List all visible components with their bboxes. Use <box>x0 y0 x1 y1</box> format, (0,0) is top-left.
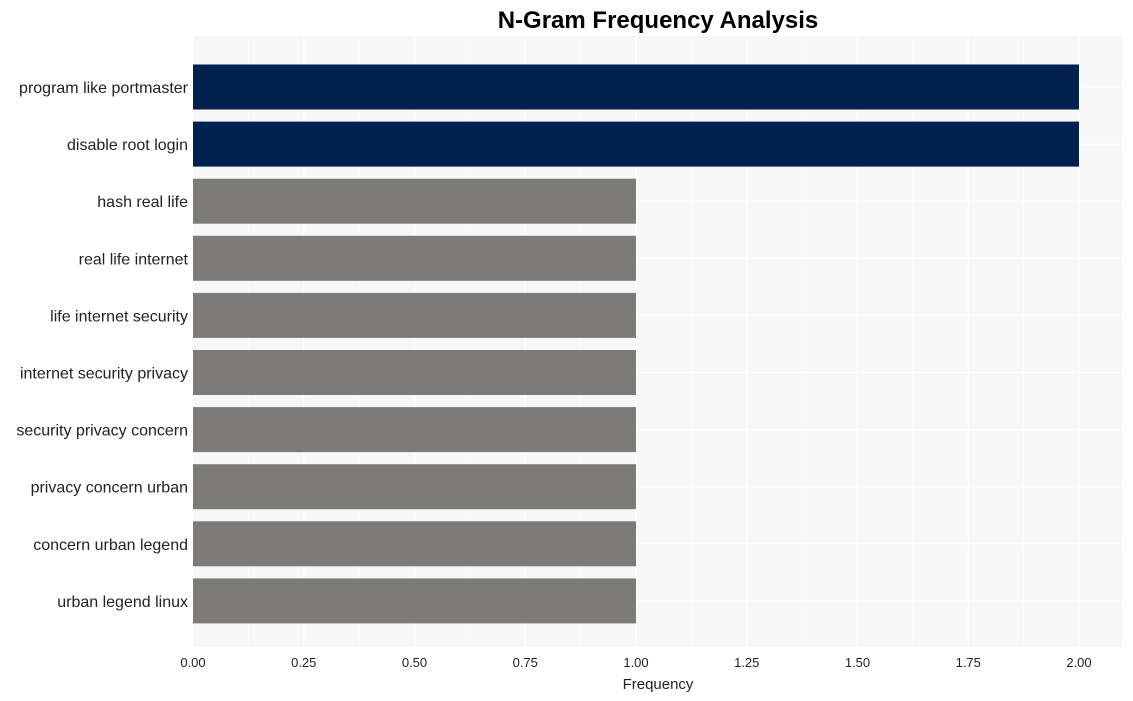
bar-hash-real-life <box>193 178 636 224</box>
y-tick-label: life internet security <box>50 308 188 325</box>
bar-privacy-concern-urban <box>193 464 636 510</box>
y-tick-label: internet security privacy <box>20 366 188 383</box>
x-tick-label: 0.00 <box>180 655 205 670</box>
bar-life-internet-security <box>193 292 636 338</box>
x-tick-label: 1.25 <box>734 655 759 670</box>
y-tick-label: urban legend linux <box>57 594 188 611</box>
x-tick-label: 0.50 <box>402 655 427 670</box>
y-tick-label: program like portmaster <box>19 80 189 97</box>
x-axis-ticks: 0.00 0.25 0.50 0.75 1.00 1.25 1.50 1.75 2.00 <box>180 655 1091 670</box>
y-tick-label: disable root login <box>67 137 188 154</box>
x-tick-label: 1.75 <box>956 655 981 670</box>
y-tick-label: security privacy concern <box>16 423 188 440</box>
bar-security-privacy-concern <box>193 407 636 453</box>
x-tick-label: 2.00 <box>1066 655 1091 670</box>
chart-title: N-Gram Frequency Analysis <box>498 7 819 34</box>
y-axis-labels: program like portmaster disable root logi… <box>16 80 188 611</box>
x-tick-label: 1.00 <box>623 655 648 670</box>
ngram-bar-chart: program like portmaster disable root logi… <box>16 7 1122 693</box>
bar-concern-urban-legend <box>193 521 636 567</box>
y-tick-label: real life internet <box>79 251 189 268</box>
bar-disable-root-login <box>193 121 1079 167</box>
y-tick-label: hash real life <box>97 194 188 211</box>
x-tick-label: 0.75 <box>513 655 538 670</box>
bar-urban-legend-linux <box>193 578 636 624</box>
x-tick-label: 1.50 <box>845 655 870 670</box>
bar-real-life-internet <box>193 235 636 281</box>
x-axis-label: Frequency <box>623 676 694 693</box>
y-tick-label: privacy concern urban <box>31 480 188 497</box>
bar-program-like-portmaster <box>193 64 1079 110</box>
bar-internet-security-privacy <box>193 350 636 395</box>
y-tick-label: concern urban legend <box>33 537 188 554</box>
x-tick-label: 0.25 <box>291 655 316 670</box>
